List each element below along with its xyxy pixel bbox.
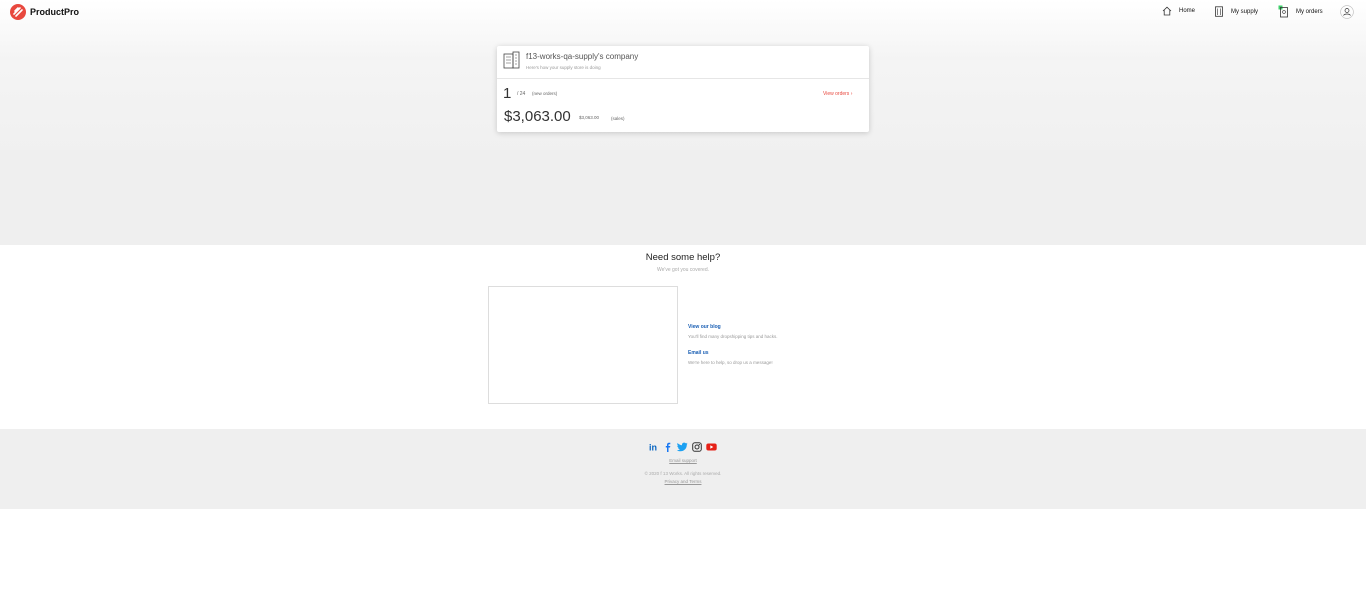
user-icon — [1340, 5, 1354, 19]
top-navbar: ProductPro Home My supply My orders — [0, 0, 1366, 28]
brand-logo[interactable]: ProductPro — [10, 4, 79, 20]
brand-name: ProductPro — [30, 7, 80, 17]
email-us-link[interactable]: Email us — [688, 350, 709, 356]
hero-wave — [0, 150, 1366, 243]
building-icon — [1215, 6, 1223, 17]
help-video-placeholder — [488, 286, 678, 404]
blog-description: You'll find many dropshipping tips and h… — [688, 334, 778, 339]
email-description: We're here to help, so drop us a message… — [688, 360, 773, 365]
card-header: f13-works-qa-supply's company Here's how… — [497, 46, 869, 79]
company-subtitle: Here's how your supply store is doing — [526, 65, 601, 70]
productpro-logo-icon — [10, 4, 26, 20]
facebook-icon[interactable] — [663, 439, 673, 457]
user-account-button[interactable] — [1340, 5, 1361, 19]
privacy-terms-link[interactable]: Privacy and Terms — [0, 479, 1366, 484]
sales-amount: $3,063.00 — [504, 108, 571, 125]
nav-my-supply-label: My supply — [1231, 8, 1259, 15]
nav-my-orders[interactable]: My orders — [1278, 5, 1323, 18]
sales-label: (sales) — [611, 116, 625, 121]
social-links: in — [0, 439, 1366, 457]
view-orders-label: View orders — [823, 91, 850, 97]
help-subtitle: We've got you covered. — [656, 267, 709, 273]
supply-summary-card: f13-works-qa-supply's company Here's how… — [497, 46, 869, 132]
footer: in Email support © 2020 f 13 Works. All … — [0, 429, 1366, 509]
nav-home-label: Home — [1179, 8, 1196, 14]
chevron-right-icon: › — [850, 91, 853, 97]
orders-icon — [1278, 5, 1288, 18]
view-blog-link[interactable]: View our blog — [688, 324, 721, 330]
svg-text:in: in — [649, 443, 657, 453]
new-orders-count: 1 — [503, 85, 512, 102]
email-support-link[interactable]: Email support — [0, 458, 1366, 463]
orders-total: / 24 — [517, 91, 526, 97]
view-orders-link[interactable]: View orders › — [823, 91, 852, 97]
company-building-icon — [503, 51, 520, 69]
youtube-icon[interactable] — [706, 439, 717, 457]
nav-home[interactable]: Home — [1162, 6, 1195, 16]
instagram-icon[interactable] — [692, 439, 702, 457]
orders-label: (new orders) — [532, 91, 558, 96]
sales-amount-small: $3,063.00 — [579, 115, 600, 120]
home-icon — [1162, 6, 1172, 16]
twitter-icon[interactable] — [676, 439, 688, 457]
nav-my-supply[interactable]: My supply — [1214, 6, 1258, 17]
nav-my-orders-label: My orders — [1296, 8, 1323, 15]
help-title: Need some help? — [645, 252, 721, 263]
copyright-text: © 2020 f 13 Works. All rights reserved. — [644, 471, 722, 476]
linkedin-icon[interactable]: in — [649, 439, 659, 457]
company-name: f13-works-qa-supply's company — [526, 52, 639, 61]
